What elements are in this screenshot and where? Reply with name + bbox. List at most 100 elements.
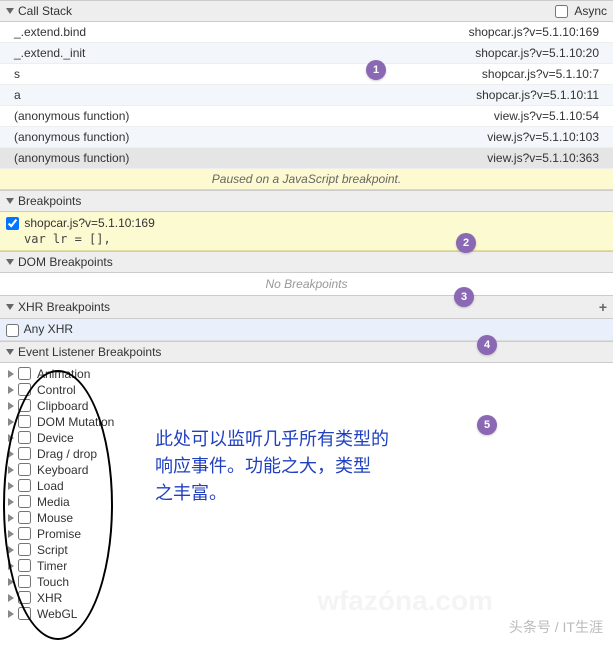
call-stack-list: _.extend.bindshopcar.js?v=5.1.10:169_.ex… [0, 22, 613, 169]
stack-frame[interactable]: _.extend.bindshopcar.js?v=5.1.10:169 [0, 22, 613, 43]
event-category-checkbox[interactable] [18, 607, 31, 620]
chevron-down-icon [6, 8, 14, 14]
chevron-right-icon [8, 578, 14, 586]
event-category-label: XHR [37, 591, 62, 605]
event-category-checkbox[interactable] [18, 415, 31, 428]
event-category[interactable]: Clipboard [0, 398, 613, 414]
annotation-bullet-4: 4 [477, 335, 497, 355]
chevron-down-icon [6, 198, 14, 204]
stack-frame-function: (anonymous function) [14, 130, 487, 144]
event-category-checkbox[interactable] [18, 527, 31, 540]
chevron-right-icon [8, 562, 14, 570]
stack-frame-location: view.js?v=5.1.10:103 [487, 130, 599, 144]
stack-frame[interactable]: ashopcar.js?v=5.1.10:11 [0, 85, 613, 106]
breakpoints-header[interactable]: Breakpoints [0, 190, 613, 212]
event-category-label: Keyboard [37, 463, 88, 477]
chevron-right-icon [8, 466, 14, 474]
event-category-checkbox[interactable] [18, 463, 31, 476]
event-category[interactable]: Touch [0, 574, 613, 590]
chevron-right-icon [8, 514, 14, 522]
stack-frame-location: view.js?v=5.1.10:363 [487, 151, 599, 165]
event-category[interactable]: Timer [0, 558, 613, 574]
event-category-checkbox[interactable] [18, 479, 31, 492]
event-category-checkbox[interactable] [18, 367, 31, 380]
event-category-label: Control [37, 383, 76, 397]
event-category-label: Media [37, 495, 70, 509]
stack-frame[interactable]: (anonymous function)view.js?v=5.1.10:54 [0, 106, 613, 127]
xhr-breakpoints-header[interactable]: XHR Breakpoints + [0, 295, 613, 319]
dom-breakpoints-empty: No Breakpoints [0, 273, 613, 295]
event-category-label: Device [37, 431, 74, 445]
breakpoint-file: shopcar.js?v=5.1.10:169 [24, 216, 154, 230]
event-category-checkbox[interactable] [18, 447, 31, 460]
event-category-checkbox[interactable] [18, 575, 31, 588]
event-category[interactable]: Promise [0, 526, 613, 542]
event-category-checkbox[interactable] [18, 383, 31, 396]
event-listener-breakpoints-title: Event Listener Breakpoints [18, 345, 161, 359]
event-category-checkbox[interactable] [18, 543, 31, 556]
event-category-checkbox[interactable] [18, 495, 31, 508]
stack-frame-function: (anonymous function) [14, 151, 487, 165]
event-category-label: Animation [37, 367, 90, 381]
stack-frame[interactable]: (anonymous function)view.js?v=5.1.10:363 [0, 148, 613, 169]
chevron-right-icon [8, 594, 14, 602]
stack-frame-function: _.extend._init [14, 46, 475, 60]
xhr-breakpoints-title: XHR Breakpoints [18, 300, 110, 314]
event-category-label: DOM Mutation [37, 415, 114, 429]
event-category-checkbox[interactable] [18, 511, 31, 524]
annotation-bullet-2: 2 [456, 233, 476, 253]
chevron-right-icon [8, 610, 14, 618]
call-stack-header[interactable]: Call Stack Async [0, 0, 613, 22]
annotation-text: 此处可以监听几乎所有类型的 响应事件。功能之大，类型 之丰富。 [155, 426, 389, 507]
event-category[interactable]: Control [0, 382, 613, 398]
event-category-label: Touch [37, 575, 69, 589]
breakpoint-code: var lr = [], [24, 232, 607, 246]
stack-frame[interactable]: sshopcar.js?v=5.1.10:7 [0, 64, 613, 85]
paused-status: Paused on a JavaScript breakpoint. [0, 169, 613, 190]
breakpoint-checkbox[interactable] [6, 217, 19, 230]
event-category-checkbox[interactable] [18, 431, 31, 444]
stack-frame-location: shopcar.js?v=5.1.10:7 [482, 67, 599, 81]
event-category-label: Drag / drop [37, 447, 97, 461]
chevron-right-icon [8, 482, 14, 490]
watermark-text: 头条号 / IT生涯 [509, 617, 603, 637]
watermark-faded: wfazóna.com [317, 585, 493, 617]
any-xhr-label: Any XHR [24, 322, 73, 336]
any-xhr-row[interactable]: Any XHR [0, 319, 613, 340]
call-stack-title: Call Stack [18, 4, 72, 18]
event-category[interactable]: Animation [0, 366, 613, 382]
dom-breakpoints-header[interactable]: DOM Breakpoints [0, 251, 613, 273]
event-category-label: Clipboard [37, 399, 88, 413]
stack-frame-function: a [14, 88, 476, 102]
event-category-checkbox[interactable] [18, 559, 31, 572]
annotation-bullet-5: 5 [477, 415, 497, 435]
async-checkbox[interactable] [555, 5, 568, 18]
event-category-checkbox[interactable] [18, 591, 31, 604]
annotation-bullet-3: 3 [454, 287, 474, 307]
event-category-label: Load [37, 479, 64, 493]
chevron-down-icon [6, 349, 14, 355]
event-category-label: Mouse [37, 511, 73, 525]
chevron-right-icon [8, 498, 14, 506]
stack-frame-location: shopcar.js?v=5.1.10:169 [469, 25, 599, 39]
async-label: Async [574, 4, 607, 18]
chevron-right-icon [8, 434, 14, 442]
event-category[interactable]: Mouse [0, 510, 613, 526]
event-category-label: Script [37, 543, 68, 557]
add-xhr-breakpoint-button[interactable]: + [599, 299, 607, 315]
event-listener-breakpoints-header[interactable]: Event Listener Breakpoints [0, 341, 613, 363]
event-category-checkbox[interactable] [18, 399, 31, 412]
any-xhr-checkbox[interactable] [6, 324, 19, 337]
stack-frame[interactable]: (anonymous function)view.js?v=5.1.10:103 [0, 127, 613, 148]
chevron-down-icon [6, 259, 14, 265]
annotation-bullet-1: 1 [366, 60, 386, 80]
event-category[interactable]: Script [0, 542, 613, 558]
stack-frame[interactable]: _.extend._initshopcar.js?v=5.1.10:20 [0, 43, 613, 64]
event-category[interactable]: XHR [0, 590, 613, 606]
chevron-right-icon [8, 450, 14, 458]
chevron-right-icon [8, 546, 14, 554]
chevron-right-icon [8, 386, 14, 394]
breakpoint-item[interactable]: shopcar.js?v=5.1.10:169 var lr = [], [0, 212, 613, 251]
dom-breakpoints-title: DOM Breakpoints [18, 255, 113, 269]
stack-frame-function: (anonymous function) [14, 109, 494, 123]
